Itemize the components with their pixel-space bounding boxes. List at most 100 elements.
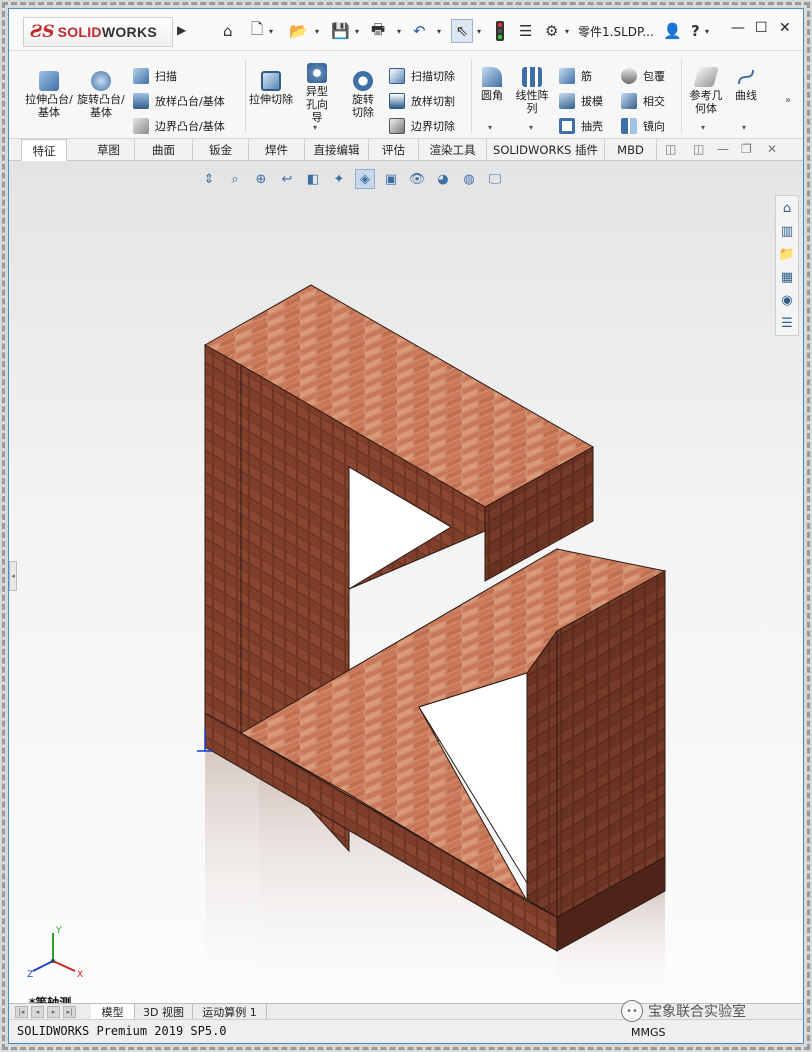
wrap-button[interactable]: 包覆 xyxy=(621,67,665,85)
intersect-button[interactable]: 相交 xyxy=(621,92,665,110)
fillet-icon xyxy=(482,67,502,87)
next-tab-icon[interactable]: ▸ xyxy=(47,1006,60,1018)
tab-3d-views[interactable]: 3D 视图 xyxy=(135,1004,193,1020)
tab-sketch[interactable]: 草图 xyxy=(83,139,135,161)
doc-close-icon[interactable]: ✕ xyxy=(767,142,777,156)
doc-minimize-icon[interactable]: — xyxy=(717,142,729,156)
status-bar: SOLIDWORKS Premium 2019 SP5.0 MMGS xyxy=(9,1019,803,1043)
maximize-icon[interactable]: ☐ xyxy=(755,20,768,36)
solidworks-logo[interactable]: ƧS SOLIDWORKS xyxy=(23,17,173,47)
draft-icon xyxy=(559,93,575,109)
save-dropdown-icon[interactable]: ▾ xyxy=(355,19,359,43)
shell-button[interactable]: 抽壳 xyxy=(559,117,603,135)
linear-pattern-icon xyxy=(522,67,542,87)
prev-tab-icon[interactable]: ◂ xyxy=(31,1006,44,1018)
tab-evaluate[interactable]: 评估 xyxy=(369,139,419,161)
hole-wizard-dropdown-icon[interactable]: ▾ xyxy=(313,123,317,132)
new-document-icon[interactable]: 🗋 xyxy=(251,19,263,43)
open-folder-icon[interactable]: 📂 xyxy=(289,19,308,43)
undo-dropdown-icon[interactable]: ▾ xyxy=(437,19,441,43)
options-dropdown-icon[interactable]: ▾ xyxy=(565,19,569,43)
3d-model-impossible-triangle[interactable] xyxy=(9,161,804,1003)
loft-button[interactable]: 放样凸台/基体 xyxy=(133,92,225,110)
sweep-icon xyxy=(133,68,149,84)
extrude-boss-button[interactable]: 拉伸凸台/基体 xyxy=(23,71,75,119)
tab-solidworks-addins[interactable]: SOLIDWORKS 插件 xyxy=(487,139,605,161)
extrude-cut-button[interactable]: 拉伸切除 xyxy=(247,71,295,106)
ref-geometry-dropdown-icon[interactable]: ▾ xyxy=(701,123,705,132)
new-dropdown-icon[interactable]: ▾ xyxy=(269,19,273,43)
revolve-boss-button[interactable]: 旋转凸台/基体 xyxy=(75,71,127,119)
unit-system-selector[interactable]: MMGS xyxy=(631,1026,666,1039)
brand-works: WORKS xyxy=(101,24,158,40)
help-button[interactable]: ? xyxy=(691,19,700,43)
open-dropdown-icon[interactable]: ▾ xyxy=(315,19,319,43)
curves-button[interactable]: 曲线 xyxy=(729,67,763,102)
menu-expand-arrow-icon[interactable]: ▶ xyxy=(177,23,186,37)
extrude-cut-icon xyxy=(261,71,281,91)
rib-button[interactable]: 筋 xyxy=(559,67,592,85)
tab-features[interactable]: 特征 xyxy=(21,139,67,161)
swept-cut-button[interactable]: 扫描切除 xyxy=(389,67,455,85)
tab-motion-study-1[interactable]: 运动算例 1 xyxy=(193,1004,267,1020)
user-account-icon[interactable]: 👤 xyxy=(663,19,682,43)
select-cursor-icon[interactable]: ⇖ xyxy=(451,19,473,43)
fillet-button[interactable]: 圆角 xyxy=(475,67,509,102)
close-icon[interactable]: ✕ xyxy=(779,20,791,36)
tab-mbd[interactable]: MBD xyxy=(605,139,657,161)
tab-weldments[interactable]: 焊件 xyxy=(249,139,305,161)
draft-button[interactable]: 拔模 xyxy=(559,92,603,110)
home-icon[interactable]: ⌂ xyxy=(223,19,233,43)
axis-y-label: Y xyxy=(55,926,62,936)
print-dropdown-icon[interactable]: ▾ xyxy=(397,19,401,43)
undo-icon[interactable]: ↶ xyxy=(413,19,426,43)
tab-direct-editing[interactable]: 直接编辑 xyxy=(305,139,369,161)
wrap-icon xyxy=(621,68,637,84)
tab-model[interactable]: 模型 xyxy=(91,1004,135,1020)
boundary-cut-icon xyxy=(389,118,405,134)
watermark: •• 宝象联合实验室 xyxy=(621,1000,746,1022)
version-text: SOLIDWORKS Premium 2019 SP5.0 xyxy=(17,1024,227,1038)
boundary-boss-button[interactable]: 边界凸台/基体 xyxy=(133,117,225,135)
axis-triad: Y X Z xyxy=(27,926,83,980)
print-icon[interactable]: 🖶 xyxy=(371,19,385,43)
revolve-cut-button[interactable]: 旋转切除 xyxy=(341,71,385,119)
help-dropdown-icon[interactable]: ▾ xyxy=(705,19,709,43)
pattern-dropdown-icon[interactable]: ▾ xyxy=(529,123,533,132)
doc-restore-icon[interactable]: ❐ xyxy=(741,142,752,156)
tile-left-icon[interactable]: ◫ xyxy=(665,142,676,156)
first-tab-icon[interactable]: |◂ xyxy=(15,1006,28,1018)
wechat-bubble-icon: •• xyxy=(621,1000,643,1022)
revolve-boss-icon xyxy=(91,71,111,91)
swept-cut-icon xyxy=(389,68,405,84)
save-icon[interactable]: 💾 xyxy=(331,19,350,43)
tab-sheet-metal[interactable]: 钣金 xyxy=(193,139,249,161)
sweep-button[interactable]: 扫描 xyxy=(133,67,177,85)
tile-right-icon[interactable]: ◫ xyxy=(693,142,704,156)
last-tab-icon[interactable]: ▸| xyxy=(63,1006,76,1018)
file-properties-icon[interactable]: ☰ xyxy=(519,19,532,43)
mirror-button[interactable]: 镜向 xyxy=(621,117,665,135)
reference-geometry-button[interactable]: 参考几何体 xyxy=(685,67,727,115)
lofted-cut-icon xyxy=(389,93,405,109)
traffic-light-rebuild-icon[interactable] xyxy=(495,19,505,43)
fillet-dropdown-icon[interactable]: ▾ xyxy=(488,123,492,132)
boundary-boss-icon xyxy=(133,118,149,134)
minimize-icon[interactable]: — xyxy=(731,20,745,36)
extrude-boss-icon xyxy=(39,71,59,91)
linear-pattern-button[interactable]: 线性阵列 xyxy=(509,67,555,115)
command-manager-ribbon: 拉伸凸台/基体 旋转凸台/基体 扫描 放样凸台/基体 边界凸台/基体 拉伸切除 … xyxy=(9,51,803,139)
tab-surfaces[interactable]: 曲面 xyxy=(135,139,193,161)
ribbon-overflow-icon[interactable]: » xyxy=(785,95,791,106)
reference-geometry-icon xyxy=(693,67,719,87)
curves-dropdown-icon[interactable]: ▾ xyxy=(742,123,746,132)
select-dropdown-icon[interactable]: ▾ xyxy=(477,19,481,43)
lofted-cut-button[interactable]: 放样切割 xyxy=(389,92,455,110)
hole-wizard-icon xyxy=(307,63,327,83)
options-gear-icon[interactable]: ⚙ xyxy=(545,19,558,43)
graphics-area[interactable]: ⇕ ⌕ ⊕ ↩ ◧ ✦ ◈ ▣ 👁 ◕ ◍ 🖵 ⌂ ▥ 📁 ▦ ◉ ☰ ◂ Y … xyxy=(9,161,804,1010)
document-name: 零件1.SLDP... xyxy=(578,25,654,39)
hole-wizard-button[interactable]: 异型孔向导 xyxy=(295,63,339,124)
tab-render-tools[interactable]: 渲染工具 xyxy=(419,139,487,161)
boundary-cut-button[interactable]: 边界切除 xyxy=(389,117,455,135)
